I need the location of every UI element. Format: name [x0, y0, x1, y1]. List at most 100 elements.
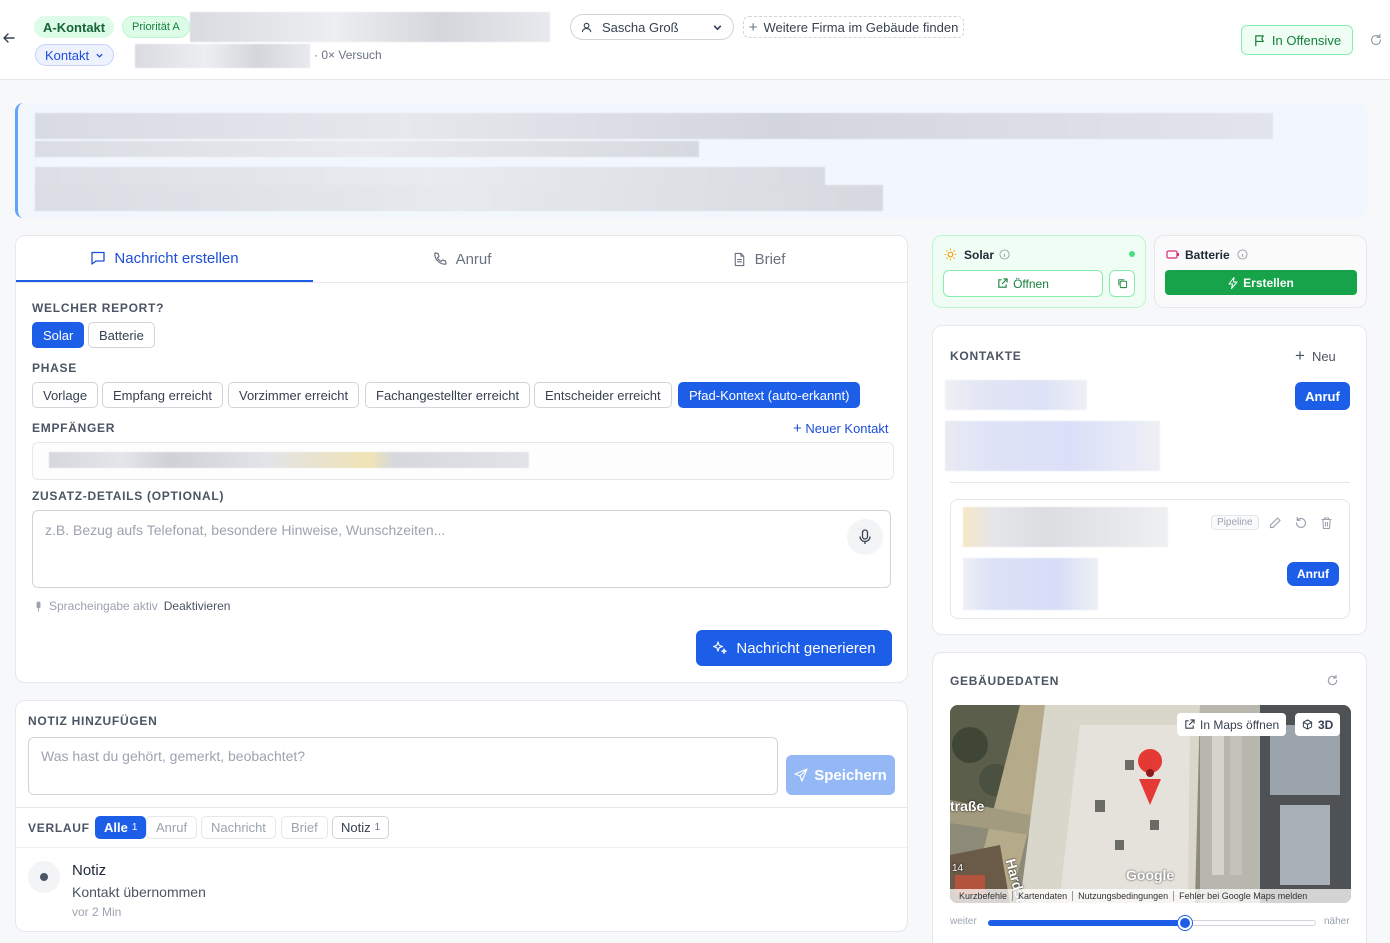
user-select[interactable]: Sascha Groß: [570, 14, 734, 40]
find-company-label: Weitere Firma im Gebäude finden: [763, 19, 959, 35]
history-filter-alle[interactable]: Alle 1: [95, 816, 147, 839]
offensive-button[interactable]: In Offensive: [1241, 25, 1353, 55]
new-contact-button-label: Neu: [1311, 348, 1336, 364]
trash-icon[interactable]: [1320, 516, 1333, 530]
tab-anruf-label: Anruf: [455, 250, 492, 268]
contact-2-call-button[interactable]: Anruf: [1287, 562, 1339, 586]
voice-status: Spracheingabe aktiv Deaktivieren: [34, 599, 230, 613]
battery-create-button[interactable]: Erstellen: [1165, 270, 1357, 295]
view-3d-button[interactable]: 3D: [1295, 713, 1341, 736]
details-textarea[interactable]: z.B. Bezug aufs Telefonat, besondere Hin…: [32, 510, 891, 588]
phase-option-entscheider[interactable]: Entscheider erreicht: [534, 382, 672, 408]
copy-icon: [1117, 279, 1127, 289]
refresh-icon[interactable]: [1326, 674, 1339, 687]
chevron-down-icon: [713, 24, 722, 30]
map-footer-data[interactable]: Kartendaten: [1013, 891, 1074, 901]
map-footer-terms[interactable]: Nutzungsbedingungen: [1073, 891, 1175, 901]
sparkles-icon: [713, 641, 728, 654]
battery-create-label: Erstellen: [1243, 275, 1294, 290]
save-note-label: Speichern: [814, 766, 887, 784]
contact-2-card: Pipeline Anruf: [950, 499, 1350, 619]
building-label: GEBÄUDEDATEN: [950, 674, 1060, 688]
details-label: ZUSATZ-DETAILS (OPTIONAL): [32, 489, 225, 503]
google-logo: Google: [1126, 867, 1175, 883]
solar-report-card: Solar Öffnen: [932, 235, 1146, 308]
contact-1-call-button[interactable]: Anruf: [1295, 382, 1350, 410]
solar-copy-button[interactable]: [1109, 270, 1135, 297]
satellite-map[interactable]: In Maps öffnen 3D traße Hardst 14 Google…: [950, 705, 1351, 903]
history-filter-nachricht[interactable]: Nachricht: [201, 816, 276, 839]
history-filter-alle-label: Alle: [104, 820, 128, 835]
tab-brief[interactable]: Brief: [610, 236, 907, 282]
note-card: NOTIZ HINZUFÜGEN Was hast du gehört, gem…: [15, 700, 908, 932]
edit-icon[interactable]: [1268, 516, 1282, 530]
undo-icon[interactable]: [1294, 516, 1308, 530]
banner-text-redacted-4: [35, 185, 883, 211]
message-icon: [91, 251, 106, 265]
banner-text-redacted-2: [35, 141, 699, 157]
voice-deactivate-link[interactable]: Deaktivieren: [164, 599, 231, 613]
address-redacted: [135, 44, 310, 68]
generate-message-button[interactable]: Nachricht generieren: [696, 630, 892, 666]
zoom-slider[interactable]: [988, 916, 1316, 930]
save-note-button[interactable]: Speichern: [786, 755, 895, 795]
phase-option-pfad-kontext[interactable]: Pfad-Kontext (auto-erkannt): [678, 382, 861, 408]
solar-title: Solar: [964, 248, 995, 262]
phase-option-empfang[interactable]: Empfang erreicht: [102, 382, 223, 408]
history-label: VERLAUF: [28, 821, 90, 835]
back-arrow-icon[interactable]: [2, 31, 16, 45]
report-option-batterie[interactable]: Batterie: [88, 322, 155, 348]
map-footer-report[interactable]: Fehler bei Google Maps melden: [1174, 891, 1312, 901]
map-footer-shortcuts[interactable]: Kurzbefehle: [959, 891, 1014, 901]
history-filter-notiz-count: 1: [374, 822, 381, 833]
history-filter-anruf[interactable]: Anruf: [146, 816, 198, 839]
info-icon[interactable]: [1237, 249, 1248, 260]
battery-title: Batterie: [1185, 248, 1230, 262]
phase-option-vorzimmer[interactable]: Vorzimmer erreicht: [228, 382, 360, 408]
contact-type-dropdown[interactable]: Kontakt: [35, 44, 115, 66]
map-street-label-1: traße: [950, 798, 985, 814]
offensive-label: In Offensive: [1271, 32, 1342, 48]
note-textarea[interactable]: Was hast du gehört, gemerkt, beobachtet?: [28, 737, 778, 795]
open-maps-label: In Maps öffnen: [1200, 717, 1280, 732]
user-select-value: Sascha Groß: [602, 19, 679, 35]
new-contact-link[interactable]: + Neuer Kontakt: [793, 420, 889, 437]
contact-1-details-redacted: [945, 421, 1160, 471]
solar-open-button[interactable]: Öffnen: [943, 270, 1103, 297]
cube-icon: [1302, 719, 1313, 730]
microphone-button[interactable]: [847, 519, 883, 555]
tab-anruf[interactable]: Anruf: [313, 236, 610, 282]
banner-text-redacted-3: [35, 167, 825, 187]
new-contact-button[interactable]: + Neu: [1295, 346, 1336, 366]
attempts-value: 0× Versuch: [321, 48, 382, 62]
phase-option-vorlage[interactable]: Vorlage: [32, 382, 99, 408]
battery-icon: [1166, 250, 1179, 259]
phase-option-fachangestellter[interactable]: Fachangestellter erreicht: [365, 382, 531, 408]
contacts-label: KONTAKTE: [950, 349, 1022, 363]
company-name-redacted: [190, 12, 550, 42]
history-filter-notiz[interactable]: Notiz 1: [332, 816, 390, 839]
recipient-select[interactable]: [32, 442, 894, 480]
history-filter-alle-count: 1: [131, 822, 138, 833]
phone-icon: [433, 252, 447, 265]
page-header: A-Kontakt Priorität A Kontakt · 0× Versu…: [0, 0, 1390, 80]
history-entry-time: vor 2 Min: [72, 905, 122, 919]
tab-nachricht[interactable]: Nachricht erstellen: [16, 236, 313, 282]
info-icon[interactable]: [999, 249, 1010, 260]
history-divider: [16, 807, 907, 808]
user-icon: [581, 22, 592, 32]
find-company-button[interactable]: + Weitere Firma im Gebäude finden: [743, 16, 964, 38]
view-3d-label: 3D: [1318, 717, 1334, 732]
tab-nachricht-label: Nachricht erstellen: [114, 249, 239, 267]
open-maps-button[interactable]: In Maps öffnen: [1177, 713, 1287, 736]
zoom-max-label: näher: [1324, 916, 1350, 927]
report-option-solar[interactable]: Solar: [32, 322, 85, 348]
zoom-slider-thumb[interactable]: [1177, 916, 1192, 930]
contacts-divider: [950, 482, 1350, 483]
banner-text-redacted-1: [35, 113, 1273, 139]
refresh-icon[interactable]: [1369, 33, 1383, 50]
history-filter-brief[interactable]: Brief: [281, 816, 328, 839]
a-kontakt-badge: A-Kontakt: [34, 16, 115, 38]
battery-report-card: Batterie Erstellen: [1154, 235, 1367, 308]
solar-status-dot: [1129, 251, 1135, 257]
